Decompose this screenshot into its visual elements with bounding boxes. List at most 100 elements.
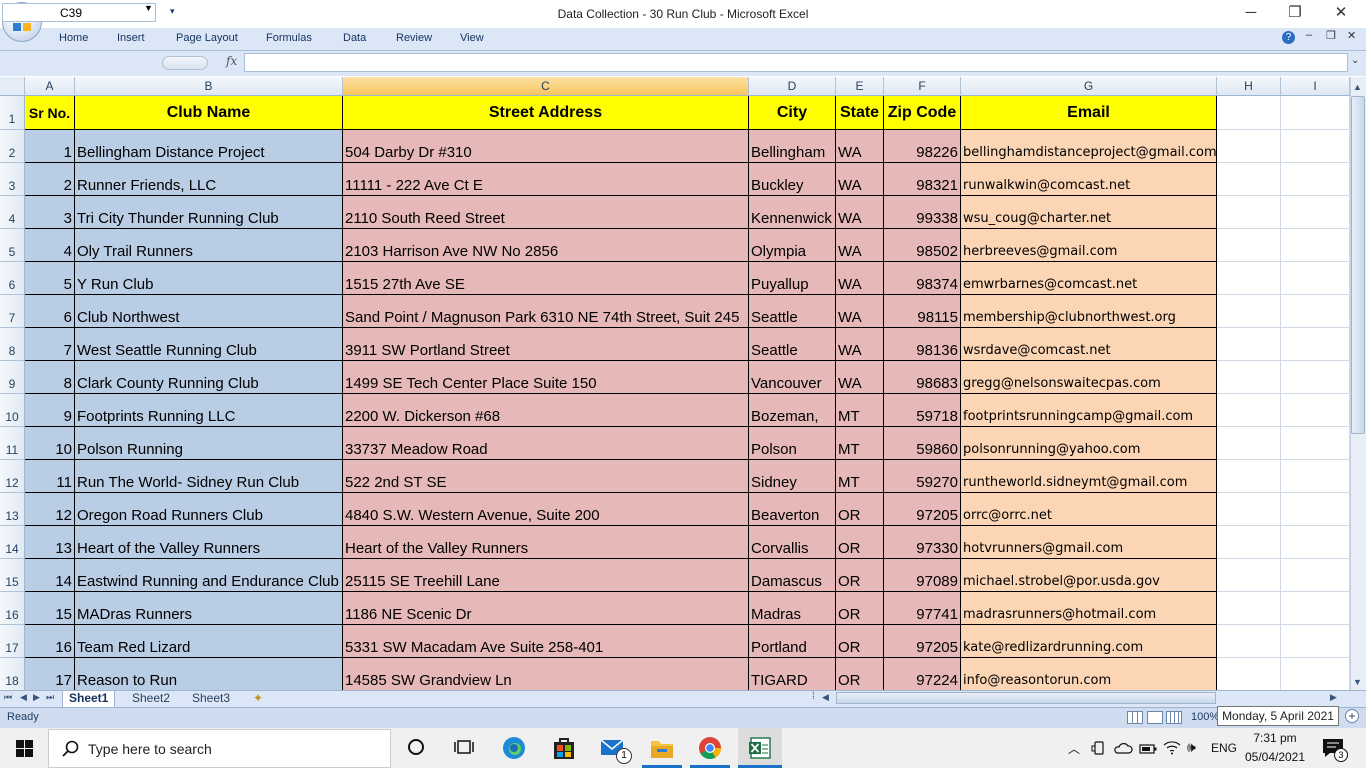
empty-cell[interactable] xyxy=(1217,163,1281,196)
volume-icon[interactable]: 🕪 xyxy=(1187,739,1196,756)
cell-sr-no[interactable]: 4 xyxy=(25,229,75,262)
show-hidden-icons-icon[interactable]: ︿ xyxy=(1068,740,1080,757)
empty-cell[interactable] xyxy=(1217,592,1281,625)
cell-email[interactable]: membership@clubnorthwest.org xyxy=(961,295,1217,328)
cell-street-address[interactable]: 504 Darby Dr #310 xyxy=(343,130,749,163)
cell-club-name[interactable]: Footprints Running LLC xyxy=(75,394,343,427)
store-icon[interactable] xyxy=(552,736,576,763)
cell-state[interactable]: WA xyxy=(836,361,884,394)
cell-state[interactable]: OR xyxy=(836,625,884,658)
cell-club-name[interactable]: Clark County Running Club xyxy=(75,361,343,394)
ribbon-restore-icon[interactable]: ❐ xyxy=(1326,29,1336,42)
cell-city[interactable]: Bozeman, xyxy=(749,394,836,427)
expand-formula-bar-icon[interactable]: ⌄ xyxy=(1351,55,1359,66)
cell-sr-no[interactable]: 17 xyxy=(25,658,75,690)
cell-sr-no[interactable]: 12 xyxy=(25,493,75,526)
cell-city[interactable]: Portland xyxy=(749,625,836,658)
cell-club-name[interactable]: Y Run Club xyxy=(75,262,343,295)
empty-cell[interactable] xyxy=(1217,427,1281,460)
ribbon-minimize-icon[interactable]: – xyxy=(1306,29,1312,41)
empty-cell[interactable] xyxy=(1281,96,1350,130)
cell-email[interactable]: emwrbarnes@comcast.net xyxy=(961,262,1217,295)
empty-cell[interactable] xyxy=(1217,262,1281,295)
cell-sr-no[interactable]: 7 xyxy=(25,328,75,361)
insert-sheet-icon[interactable]: ✦ xyxy=(253,691,263,705)
cell-state[interactable]: WA xyxy=(836,295,884,328)
next-sheet-icon[interactable]: ▶ xyxy=(33,692,40,703)
row-header[interactable]: 14 xyxy=(0,526,25,559)
cell-state[interactable]: WA xyxy=(836,229,884,262)
cell-club-name[interactable]: Reason to Run xyxy=(75,658,343,690)
cell-sr-no[interactable]: 15 xyxy=(25,592,75,625)
row-header[interactable]: 5 xyxy=(0,229,25,262)
cell-zip-code[interactable]: 97089 xyxy=(884,559,961,592)
cell-street-address[interactable]: 522 2nd ST SE xyxy=(343,460,749,493)
cell-street-address[interactable]: 25115 SE Treehill Lane xyxy=(343,559,749,592)
cell-city[interactable]: Buckley xyxy=(749,163,836,196)
cell-club-name[interactable]: Oly Trail Runners xyxy=(75,229,343,262)
cell-zip-code[interactable]: 98683 xyxy=(884,361,961,394)
cell-city[interactable]: Vancouver xyxy=(749,361,836,394)
empty-cell[interactable] xyxy=(1281,295,1350,328)
cell-street-address[interactable]: 1515 27th Ave SE xyxy=(343,262,749,295)
tab-insert[interactable]: Insert xyxy=(117,32,145,44)
zoom-in-icon[interactable]: + xyxy=(1345,709,1359,723)
row-header[interactable]: 16 xyxy=(0,592,25,625)
row-header[interactable]: 6 xyxy=(0,262,25,295)
cell-street-address[interactable]: 33737 Meadow Road xyxy=(343,427,749,460)
cell-email[interactable]: polsonrunning@yahoo.com xyxy=(961,427,1217,460)
cell-street-address[interactable]: Heart of the Valley Runners xyxy=(343,526,749,559)
tab-data[interactable]: Data xyxy=(343,32,366,44)
cell-city[interactable]: Sidney xyxy=(749,460,836,493)
cell-zip-code[interactable]: 97330 xyxy=(884,526,961,559)
cell-street-address[interactable]: 3911 SW Portland Street xyxy=(343,328,749,361)
cell-street-address[interactable]: 1186 NE Scenic Dr xyxy=(343,592,749,625)
cell-club-name[interactable]: Bellingham Distance Project xyxy=(75,130,343,163)
empty-cell[interactable] xyxy=(1281,394,1350,427)
cell-state[interactable]: OR xyxy=(836,559,884,592)
empty-cell[interactable] xyxy=(1217,229,1281,262)
cell-club-name[interactable]: Oregon Road Runners Club xyxy=(75,493,343,526)
cell-city[interactable]: Madras xyxy=(749,592,836,625)
cell-city[interactable]: Polson xyxy=(749,427,836,460)
cell-email[interactable]: orrc@orrc.net xyxy=(961,493,1217,526)
page-break-view-icon[interactable] xyxy=(1166,711,1182,724)
header-sr-no[interactable]: Sr No. xyxy=(25,96,75,130)
cell-email[interactable]: herbreeves@gmail.com xyxy=(961,229,1217,262)
onedrive-icon[interactable] xyxy=(1113,741,1133,758)
cell-zip-code[interactable]: 97224 xyxy=(884,658,961,690)
cell-email[interactable]: madrasrunners@hotmail.com xyxy=(961,592,1217,625)
cell-sr-no[interactable]: 6 xyxy=(25,295,75,328)
scroll-left-icon[interactable]: ◀ xyxy=(822,692,829,703)
cell-street-address[interactable]: 2103 Harrison Ave NW No 2856 xyxy=(343,229,749,262)
tab-home[interactable]: Home xyxy=(59,32,88,44)
prev-sheet-icon[interactable]: ◀ xyxy=(20,692,27,703)
cell-street-address[interactable]: 1499 SE Tech Center Place Suite 150 xyxy=(343,361,749,394)
header-email[interactable]: Email xyxy=(961,96,1217,130)
clock-date[interactable]: 05/04/2021 xyxy=(1244,750,1306,764)
cell-club-name[interactable]: West Seattle Running Club xyxy=(75,328,343,361)
minimize-button[interactable]: ─ xyxy=(1228,0,1274,28)
empty-cell[interactable] xyxy=(1217,130,1281,163)
insert-function-icon[interactable]: fx xyxy=(226,54,237,68)
cell-email[interactable]: gregg@nelsonswaitecpas.com xyxy=(961,361,1217,394)
tab-formulas[interactable]: Formulas xyxy=(266,32,312,44)
vertical-scroll-thumb[interactable] xyxy=(1351,96,1365,434)
row-header[interactable]: 13 xyxy=(0,493,25,526)
cell-zip-code[interactable]: 98374 xyxy=(884,262,961,295)
row-header[interactable]: 17 xyxy=(0,625,25,658)
cell-street-address[interactable]: 5331 SW Macadam Ave Suite 258-401 xyxy=(343,625,749,658)
empty-cell[interactable] xyxy=(1217,96,1281,130)
empty-cell[interactable] xyxy=(1217,526,1281,559)
column-header-e[interactable]: E xyxy=(836,77,884,96)
cell-club-name[interactable]: Club Northwest xyxy=(75,295,343,328)
column-header-d[interactable]: D xyxy=(749,77,836,96)
column-header-h[interactable]: H xyxy=(1217,77,1281,96)
cell-club-name[interactable]: Run The World- Sidney Run Club xyxy=(75,460,343,493)
select-all-corner[interactable] xyxy=(0,77,25,96)
sheet-tab-sheet3[interactable]: Sheet3 xyxy=(186,691,236,707)
column-header-c[interactable]: C xyxy=(343,77,749,96)
cell-email[interactable]: info@reasontorun.com xyxy=(961,658,1217,690)
cell-sr-no[interactable]: 16 xyxy=(25,625,75,658)
last-sheet-icon[interactable]: ⏭ xyxy=(46,692,54,703)
